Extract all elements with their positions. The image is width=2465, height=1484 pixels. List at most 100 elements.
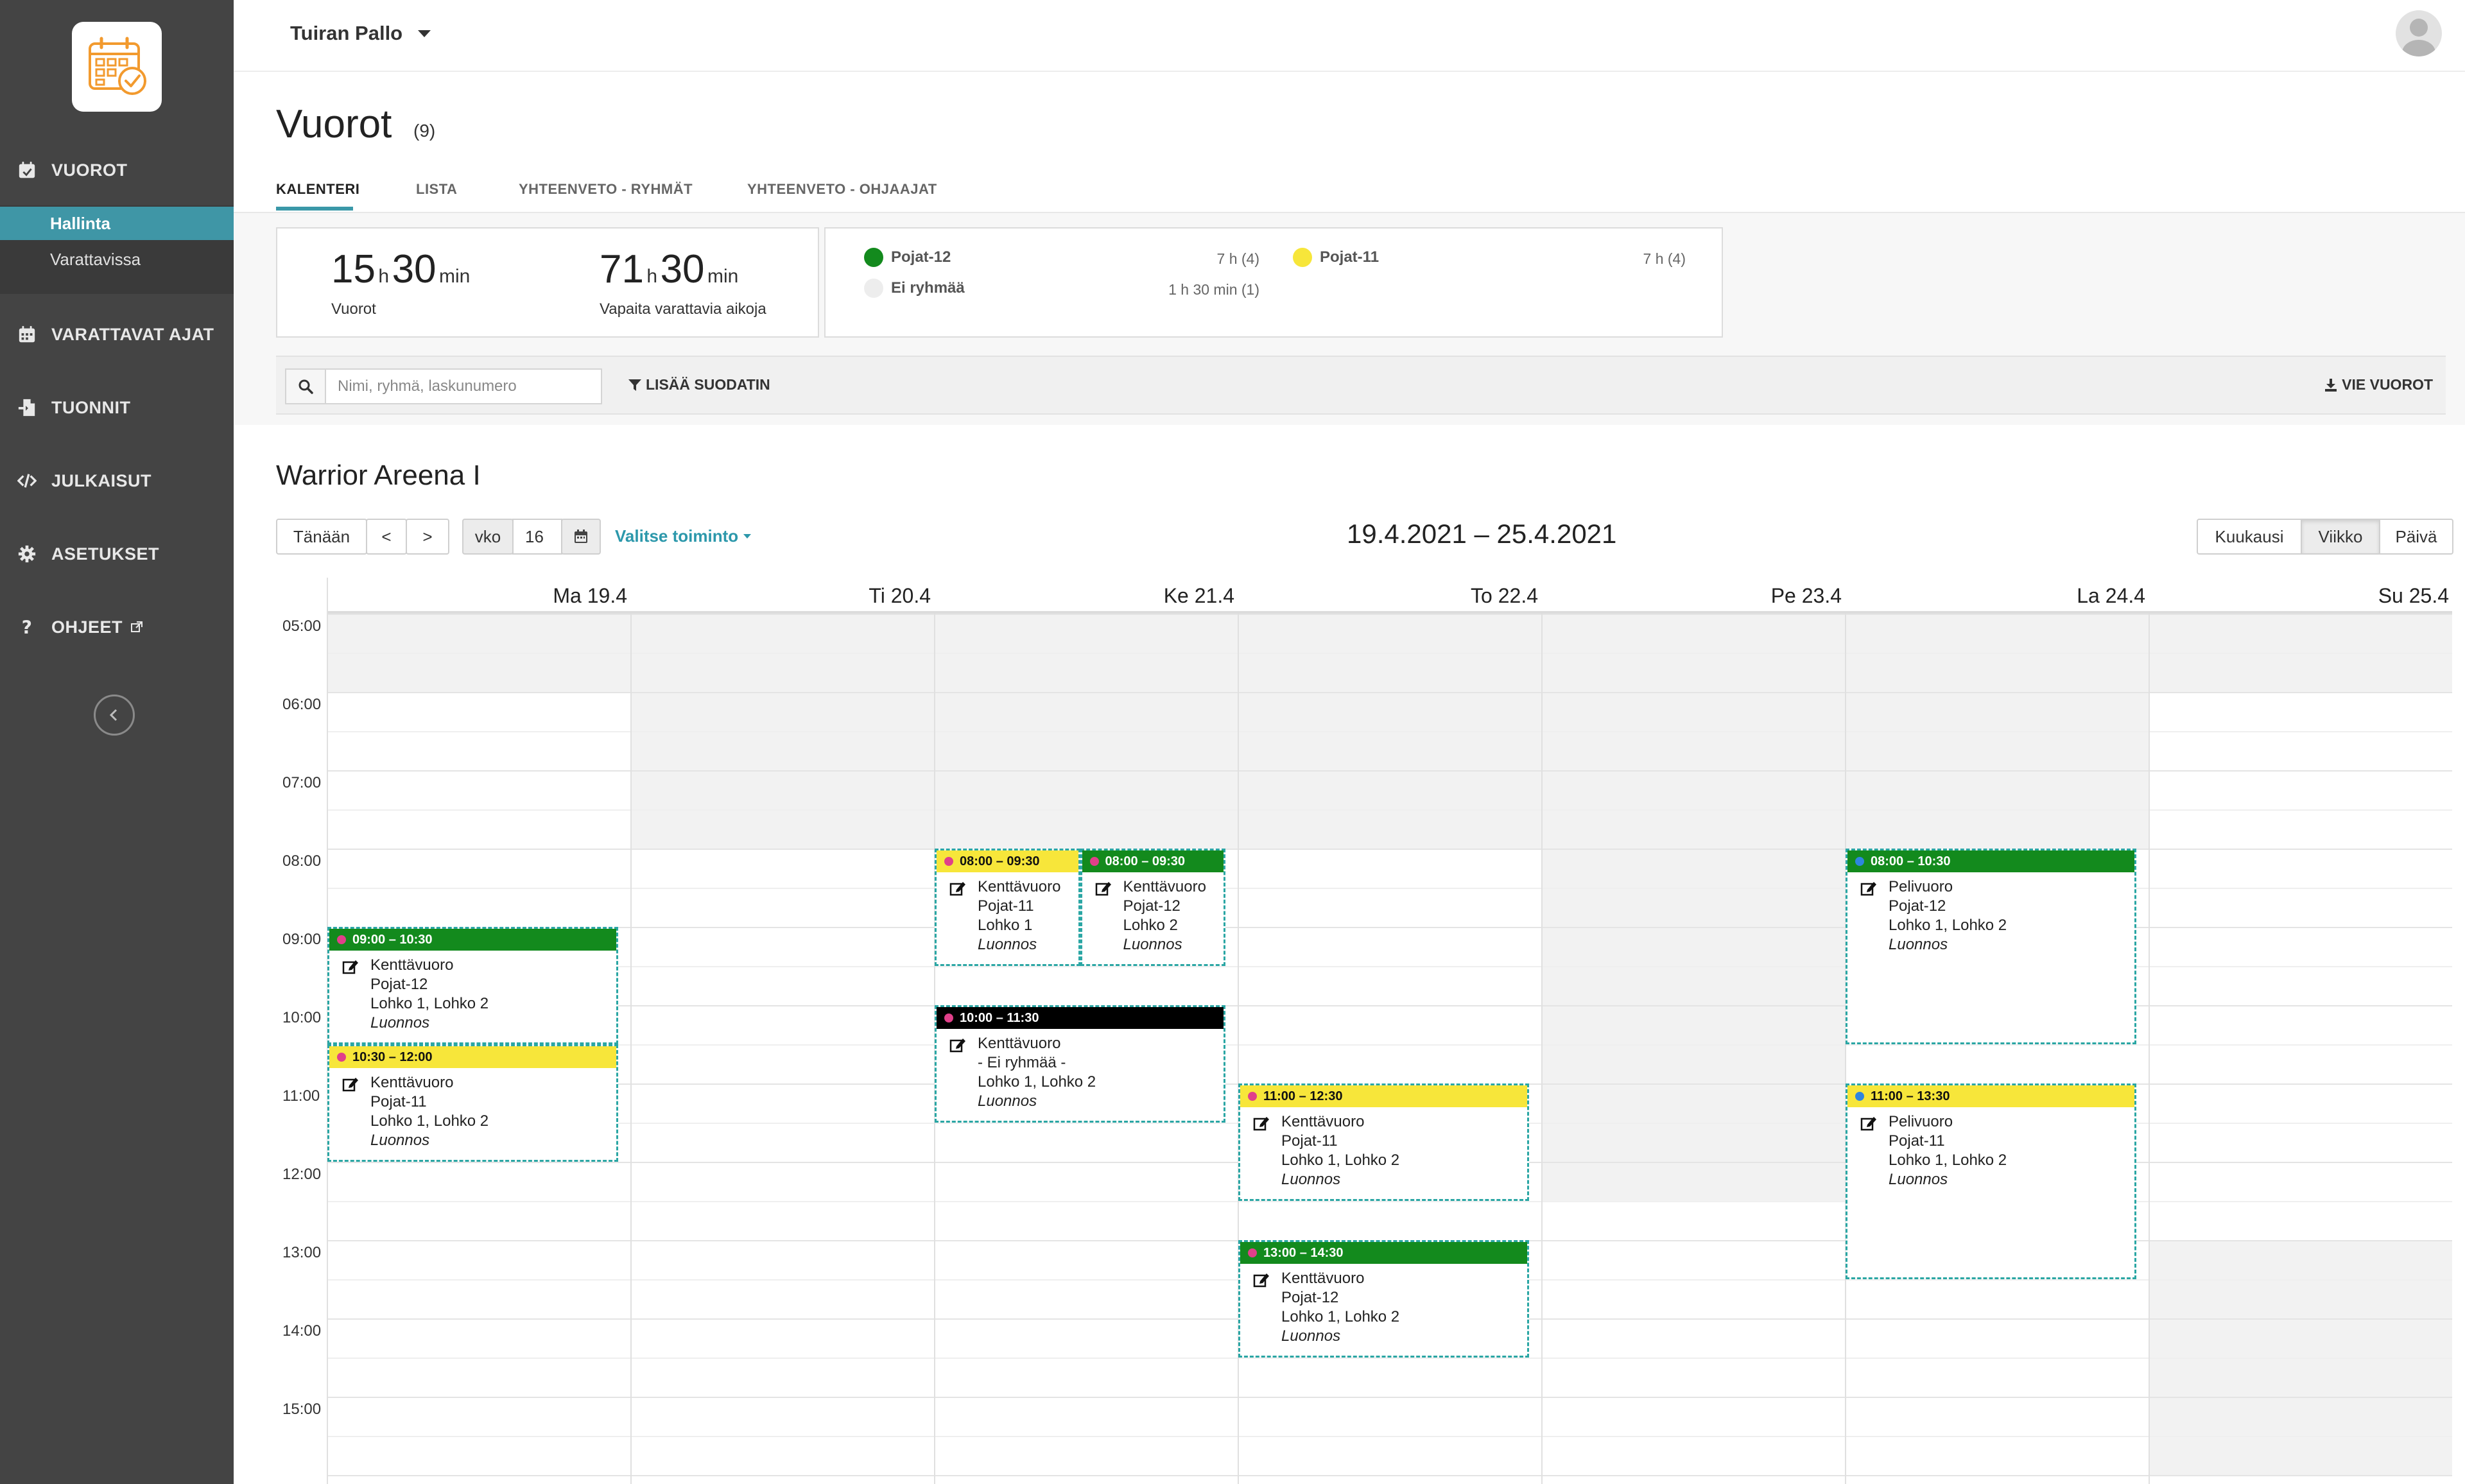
time-summary-card: 15 h 30 min Vuorot 71 h 30 min Vapaita v… bbox=[276, 227, 819, 338]
view-week-button[interactable]: Viikko bbox=[2301, 519, 2380, 555]
tab-lista[interactable]: LISTA bbox=[416, 181, 457, 198]
add-filter-button[interactable]: LISÄÄ SUODATIN bbox=[628, 376, 770, 393]
calendar-event[interactable]: 09:00 – 10:30 Kenttävuoro Pojat-12 Lohko 1,… bbox=[327, 927, 618, 1044]
edit-icon[interactable] bbox=[1860, 880, 1877, 897]
sidebar-subitem-hallinta[interactable]: Hallinta bbox=[0, 207, 234, 240]
calendar-icon bbox=[17, 324, 37, 345]
search-button[interactable] bbox=[285, 368, 325, 404]
edit-icon[interactable] bbox=[949, 880, 966, 897]
event-time: 08:00 – 09:30 bbox=[1105, 854, 1186, 868]
event-status: Luonnos bbox=[1123, 936, 1182, 953]
sidebar-item-julkaisut[interactable]: JULKAISUT bbox=[0, 465, 234, 497]
sidebar-item-varattavat-ajat[interactable]: VARATTAVAT AJAT bbox=[0, 318, 234, 350]
export-button[interactable]: VIE VUOROT bbox=[2324, 376, 2433, 393]
gear-icon bbox=[17, 544, 37, 564]
action-dropdown[interactable]: Valitse toiminto bbox=[615, 526, 752, 546]
sidebar-item-asetukset[interactable]: ASETUKSET bbox=[0, 538, 234, 570]
edit-icon[interactable] bbox=[1253, 1115, 1270, 1132]
event-status: Luonnos bbox=[1281, 1171, 1341, 1188]
hours-unit: h bbox=[646, 266, 658, 287]
half-hour-line bbox=[327, 1358, 2452, 1359]
total-minutes: 30 bbox=[392, 247, 437, 291]
event-details: Kenttävuoro - Ei ryhmää - Lohko 1, Lohko 2… bbox=[937, 1029, 1224, 1111]
tab-kalenteri[interactable]: KALENTERI bbox=[276, 181, 359, 198]
event-details: Kenttävuoro Pojat-11 Lohko 1 Luonnos bbox=[937, 872, 1078, 954]
prev-week-button[interactable]: < bbox=[366, 519, 407, 555]
view-month-button[interactable]: Kuukausi bbox=[2197, 519, 2302, 555]
edit-icon[interactable] bbox=[342, 1076, 359, 1092]
week-calendar: Ma 19.4 Ti 20.4 Ke 21.4 To 22.4 Pe 23.4 La 24… bbox=[276, 578, 2452, 1484]
week-picker-button[interactable] bbox=[561, 519, 601, 555]
event-details: Kenttävuoro Pojat-11 Lohko 1, Lohko 2 Luonn… bbox=[1240, 1107, 1527, 1189]
sidebar-item-vuorot[interactable]: VUOROT bbox=[0, 154, 234, 186]
day-divider bbox=[630, 614, 632, 1484]
group-color-dot bbox=[864, 248, 883, 267]
event-group: Pojat-11 bbox=[978, 897, 1034, 915]
half-hour-line bbox=[327, 731, 2452, 732]
free-minutes: 30 bbox=[660, 247, 705, 291]
active-tab-indicator bbox=[276, 207, 353, 211]
event-time: 08:00 – 10:30 bbox=[1871, 854, 1951, 868]
user-icon bbox=[2402, 19, 2435, 56]
today-button[interactable]: Tänään bbox=[276, 519, 367, 555]
event-group: Pojat-12 bbox=[370, 976, 428, 993]
event-status: Luonnos bbox=[1281, 1327, 1341, 1345]
event-location: Lohko 1, Lohko 2 bbox=[1889, 1152, 2007, 1169]
nav-label: OHJEET bbox=[51, 617, 123, 637]
next-week-button[interactable]: > bbox=[406, 519, 449, 555]
page-title: Vuorot bbox=[276, 102, 392, 146]
nav-label: VUOROT bbox=[51, 160, 128, 180]
calendar-event[interactable]: 10:00 – 11:30 Kenttävuoro - Ei ryhmää - Loh… bbox=[935, 1005, 1225, 1123]
collapse-sidebar-button[interactable] bbox=[94, 695, 135, 736]
event-time-header: 10:00 – 11:30 bbox=[937, 1007, 1224, 1029]
app-logo[interactable] bbox=[72, 22, 162, 112]
sidebar-item-tuonnit[interactable]: TUONNIT bbox=[0, 392, 234, 424]
calendar-event[interactable]: 11:00 – 13:30 Pelivuoro Pojat-11 Lohko 1, L… bbox=[1846, 1083, 2136, 1279]
event-location: Lohko 1, Lohko 2 bbox=[1281, 1152, 1400, 1169]
time-label: 06:00 bbox=[282, 696, 322, 713]
group-name: Pojat-12 bbox=[891, 248, 951, 266]
calendar-event[interactable]: 10:30 – 12:00 Kenttävuoro Pojat-11 Lohko 1,… bbox=[327, 1044, 618, 1162]
event-time-header: 10:30 – 12:00 bbox=[329, 1046, 616, 1068]
event-type: Pelivuoro bbox=[1889, 878, 1953, 895]
calendar-event[interactable]: 11:00 – 12:30 Kenttävuoro Pojat-11 Lohko 1,… bbox=[1238, 1083, 1529, 1201]
event-details: Pelivuoro Pojat-12 Lohko 1, Lohko 2 Luonnos bbox=[1847, 872, 2134, 954]
tab-yhteenveto-ohjaajat[interactable]: YHTEENVETO - OHJAAJAT bbox=[747, 181, 937, 198]
group-name: Pojat-11 bbox=[1320, 248, 1380, 266]
action-label: Valitse toiminto bbox=[615, 526, 739, 546]
organization-selector[interactable]: Tuiran Pallo bbox=[290, 22, 431, 45]
event-details: Kenttävuoro Pojat-12 Lohko 1, Lohko 2 Luonn… bbox=[1240, 1264, 1527, 1346]
edit-icon[interactable] bbox=[1253, 1272, 1270, 1288]
half-hour-line bbox=[327, 809, 2452, 811]
event-group: Pojat-11 bbox=[1889, 1132, 1945, 1150]
view-day-button[interactable]: Päivä bbox=[2379, 519, 2453, 555]
week-number-input[interactable] bbox=[512, 519, 562, 555]
group-value: 7 h (4) bbox=[1643, 250, 1686, 267]
sidebar-item-ohjeet[interactable]: ? OHJEET bbox=[0, 611, 234, 643]
edit-icon[interactable] bbox=[1095, 880, 1112, 897]
calendar-event[interactable]: 08:00 – 09:30 Kenttävuoro Pojat-12 Lohko 2 L… bbox=[1080, 849, 1225, 966]
edit-icon[interactable] bbox=[1860, 1115, 1877, 1132]
total-label: Vuorot bbox=[331, 300, 376, 318]
edit-icon[interactable] bbox=[949, 1037, 966, 1053]
event-details: Kenttävuoro Pojat-12 Lohko 1, Lohko 2 Luonn… bbox=[329, 951, 616, 1033]
calendar-event[interactable]: 08:00 – 10:30 Pelivuoro Pojat-12 Lohko 1, L… bbox=[1846, 849, 2136, 1044]
user-avatar[interactable] bbox=[2396, 10, 2442, 56]
sidebar-subitem-varattavissa[interactable]: Varattavissa bbox=[0, 243, 234, 276]
event-status-dot bbox=[1248, 1248, 1257, 1257]
half-hour-line bbox=[327, 653, 2452, 654]
event-location: Lohko 2 bbox=[1123, 917, 1178, 934]
day-header: Ke 21.4 bbox=[1163, 584, 1234, 607]
group-value: 1 h 30 min (1) bbox=[1168, 281, 1259, 298]
search-input[interactable] bbox=[325, 368, 602, 404]
group-value: 7 h (4) bbox=[1216, 250, 1259, 267]
day-header: Ti 20.4 bbox=[869, 584, 931, 607]
event-time: 11:00 – 12:30 bbox=[1263, 1089, 1343, 1103]
tab-yhteenveto-ryhmat[interactable]: YHTEENVETO - RYHMÄT bbox=[519, 181, 693, 198]
edit-icon[interactable] bbox=[342, 958, 359, 975]
date-range: 19.4.2021 – 25.4.2021 bbox=[1347, 519, 1617, 549]
calendar-event[interactable]: 13:00 – 14:30 Kenttävuoro Pojat-12 Lohko 1,… bbox=[1238, 1240, 1529, 1358]
event-status-dot bbox=[1248, 1092, 1257, 1101]
calendar-event[interactable]: 08:00 – 09:30 Kenttävuoro Pojat-11 Lohko 1 L… bbox=[935, 849, 1080, 966]
nav-label: JULKAISUT bbox=[51, 470, 152, 490]
